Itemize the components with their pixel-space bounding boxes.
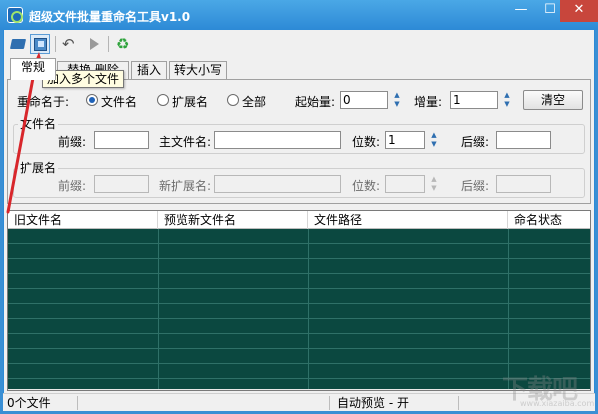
radio-filename-label[interactable]: 文件名 <box>101 93 137 110</box>
window-title: 超级文件批量重命名工具v1.0 <box>29 10 191 24</box>
file-count: 0个文件 <box>7 396 51 410</box>
watermark-logo: 下载吧 www.xiazaiba.com <box>500 365 595 410</box>
start-value-input[interactable]: 0 <box>340 91 388 109</box>
clear-button[interactable]: 清空 <box>523 90 583 110</box>
file-list[interactable]: 旧文件名 预览新文件名 文件路径 命名状态 <box>7 210 591 391</box>
recycle-icon: ♻ <box>116 35 130 53</box>
status-separator <box>77 396 78 410</box>
ext-digits-input <box>385 175 425 193</box>
grid-line-horizontal <box>8 288 590 289</box>
extension-group-title: 扩展名 <box>18 161 59 175</box>
ext-prefix-input <box>94 175 149 193</box>
grid-line-horizontal <box>8 273 590 274</box>
open-folder-button[interactable] <box>8 34 28 54</box>
grid-line-horizontal <box>8 258 590 259</box>
main-name-input[interactable] <box>214 131 341 149</box>
grid-line-horizontal <box>8 243 590 244</box>
app-icon <box>7 7 23 23</box>
digits-spinner[interactable]: ▲ ▼ <box>428 131 440 149</box>
grid-line-horizontal <box>8 363 590 364</box>
grid-line-vertical <box>158 229 159 390</box>
grid-line-vertical <box>308 229 309 390</box>
add-files-icon <box>34 38 47 51</box>
suffix-label: 后缀: <box>461 135 490 149</box>
status-middle <box>79 395 327 411</box>
suffix-input[interactable] <box>496 131 551 149</box>
undo-button[interactable]: ↶ <box>60 34 80 54</box>
radio-extension[interactable] <box>157 94 169 106</box>
status-separator <box>329 396 330 410</box>
add-files-button[interactable] <box>30 34 50 54</box>
minimize-button[interactable]: — <box>507 0 535 22</box>
grid-line-horizontal <box>8 348 590 349</box>
watermark-url: www.xiazaiba.com <box>520 399 595 408</box>
tab-case[interactable]: 转大小写 <box>169 61 227 79</box>
play-icon <box>90 38 99 50</box>
step-input[interactable]: 1 <box>450 91 498 109</box>
folder-open-icon <box>9 39 27 49</box>
toolbar-separator <box>108 36 109 52</box>
main-name-label: 主文件名: <box>159 135 212 149</box>
title-bar[interactable]: 超级文件批量重命名工具v1.0 — ☐ ✕ <box>0 0 598 30</box>
step-label: 增量: <box>414 95 443 109</box>
ext-suffix-input <box>496 175 551 193</box>
status-separator <box>458 396 459 410</box>
prefix-input[interactable] <box>94 131 149 149</box>
start-value-label: 起始量: <box>295 95 336 109</box>
new-ext-label: 新扩展名: <box>159 179 212 193</box>
radio-extension-label[interactable]: 扩展名 <box>172 93 208 110</box>
grid-line-horizontal <box>8 303 590 304</box>
digits-input[interactable]: 1 <box>385 131 425 149</box>
new-ext-input <box>214 175 341 193</box>
recycle-button[interactable]: ♻ <box>114 34 134 54</box>
column-file-path[interactable]: 文件路径 <box>308 211 508 229</box>
digits-label: 位数: <box>352 135 381 149</box>
radio-filename[interactable] <box>86 94 98 106</box>
prefix-label: 前缀: <box>58 135 87 149</box>
grid-line-horizontal <box>8 333 590 334</box>
grid-line-horizontal <box>8 318 590 319</box>
column-old-name[interactable]: 旧文件名 <box>8 211 158 229</box>
tab-general[interactable]: 常规 <box>10 58 56 80</box>
filename-group-title: 文件名 <box>18 117 59 131</box>
column-new-name[interactable]: 预览新文件名 <box>158 211 308 229</box>
step-spinner[interactable]: ▲ ▼ <box>501 91 513 109</box>
ext-suffix-label: 后缀: <box>461 179 490 193</box>
column-status[interactable]: 命名状态 <box>508 211 590 229</box>
toolbar-separator <box>55 36 56 52</box>
rename-target-label: 重命名于: <box>17 95 70 109</box>
start-rename-button[interactable] <box>84 34 104 54</box>
undo-icon: ↶ <box>62 35 75 53</box>
file-list-header: 旧文件名 预览新文件名 文件路径 命名状态 <box>8 211 590 229</box>
start-value-spinner[interactable]: ▲ ▼ <box>391 91 403 109</box>
auto-preview-status: 自动预览 - 开 <box>337 396 409 410</box>
radio-all-label[interactable]: 全部 <box>242 93 266 110</box>
close-button[interactable]: ✕ <box>560 0 598 22</box>
ext-prefix-label: 前缀: <box>58 179 87 193</box>
tab-insert[interactable]: 插入 <box>131 61 167 79</box>
ext-digits-label: 位数: <box>352 179 381 193</box>
ext-digits-spinner: ▲ ▼ <box>431 175 437 192</box>
radio-all[interactable] <box>227 94 239 106</box>
